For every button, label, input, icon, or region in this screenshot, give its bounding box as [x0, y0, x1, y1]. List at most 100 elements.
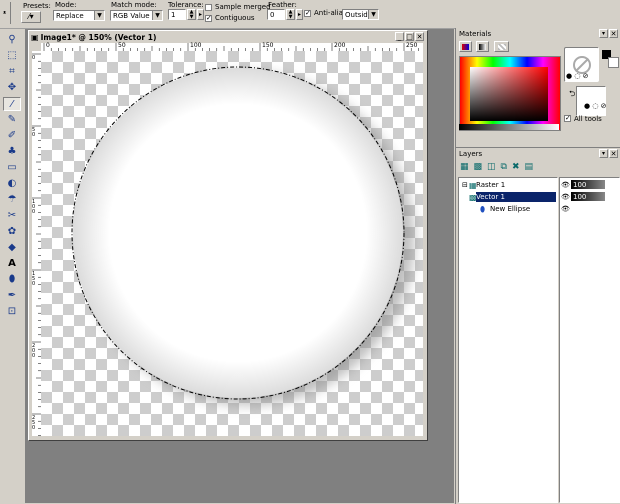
mode-select[interactable]: Replace ▼ — [53, 10, 105, 21]
swap-materials-icon[interactable]: ⮌ — [569, 88, 575, 102]
rainbow-tab[interactable] — [476, 41, 489, 52]
maximize-button[interactable]: □ — [405, 32, 414, 41]
feather-spinner[interactable]: ▲ ▼ — [286, 9, 295, 20]
all-tools-checkbox[interactable]: ✓ — [564, 115, 571, 122]
smudge-icon: ☂ — [7, 194, 17, 205]
opacity-slider[interactable]: 100 — [571, 192, 605, 201]
flood-fill-icon: ◆ — [8, 242, 16, 253]
eye-icon: 👁 — [561, 181, 570, 189]
frame-icon — [462, 44, 469, 50]
sample-merged-label: Sample merged — [215, 3, 271, 11]
image-window-title: Image1* @ 150% (Vector 1) — [40, 33, 157, 42]
tolerance-spinner[interactable]: ▲ ▼ — [187, 9, 196, 20]
feather-input[interactable]: 0 — [267, 9, 285, 20]
canvas[interactable] — [41, 51, 423, 436]
paint-brush-tool[interactable]: ✐ — [3, 129, 21, 143]
layer-properties-icon[interactable]: ▤ — [525, 162, 539, 172]
pen-tool[interactable]: ✒ — [3, 289, 21, 303]
layer-row-vector-1[interactable]: Vector 1 — [476, 192, 556, 202]
ruler-left-labels: 0 50 100 150 200 250 — [32, 51, 41, 436]
eraser-tool[interactable]: ✂ — [3, 209, 21, 223]
match-mode-select[interactable]: RGB Value ▼ — [110, 10, 163, 21]
layers-menu-button[interactable]: ▾ — [599, 149, 608, 158]
image-window: ▣ Image1* @ 150% (Vector 1) _ □ ✕ 0 50 100 1… — [28, 30, 428, 441]
expand-icon[interactable]: ⊟ — [462, 181, 468, 189]
clone-tool[interactable]: ♣ — [3, 145, 21, 159]
antialias-checkbox[interactable]: ✓ — [304, 10, 311, 17]
ruler-label: 0 — [32, 55, 36, 61]
background-properties-swatch[interactable] — [576, 86, 606, 116]
object-selection-tool[interactable]: ⊡ — [3, 305, 21, 319]
document-icon: ▣ — [31, 33, 39, 42]
raster-1-visibility[interactable]: 👁 100 — [561, 180, 620, 190]
pen-icon: ✒ — [7, 290, 17, 301]
layers-close-button[interactable]: ✕ — [609, 149, 618, 158]
image-window-titlebar[interactable]: ▣ Image1* @ 150% (Vector 1) — [31, 32, 425, 43]
new-ellipse-visibility[interactable]: 👁 — [561, 204, 620, 214]
contiguous-checkbox[interactable]: ✓ — [205, 15, 212, 22]
materials-menu-button[interactable]: ▾ — [599, 29, 608, 38]
frame-tab[interactable] — [459, 41, 472, 52]
magic-wand-icon: ⁄ — [11, 99, 13, 110]
feather-slider-button[interactable]: ▸ — [296, 9, 303, 20]
ruler-label: 100 — [32, 199, 36, 215]
antialias-select[interactable]: Outside ▼ — [342, 9, 379, 20]
tools-toolbar: ⚲ ⬚ ⌗ ✥ ⁄ ✎ ✐ ♣ ▭ ◐ ☂ ✂ ✿ ◆ A ⬮ ✒ ⊡ — [0, 30, 24, 317]
smudge-tool[interactable]: ☂ — [3, 193, 21, 207]
new-vector-layer-icon[interactable]: ▩ — [474, 162, 488, 172]
ellipse-graphic[interactable] — [41, 51, 423, 436]
rainbow-icon — [479, 44, 486, 50]
new-raster-layer-icon[interactable]: ▦ — [460, 162, 474, 172]
new-ellipse-shape[interactable] — [73, 68, 403, 398]
background-style-icons[interactable]: ● ◌ ⊘ — [584, 102, 607, 110]
presets-button[interactable]: ⁄▾ — [21, 11, 41, 23]
vector-1-visibility[interactable]: 👁 100 — [561, 192, 620, 202]
sample-merged-checkbox[interactable] — [205, 4, 212, 11]
zoom-tool[interactable]: ⚲ — [3, 33, 21, 47]
delete-layer-icon[interactable]: ✖ — [512, 162, 525, 172]
tolerance-slider-button[interactable]: ▸ — [197, 9, 204, 20]
move-tool[interactable]: ✥ — [3, 81, 21, 95]
tolerance-input[interactable]: 1 — [168, 9, 186, 20]
layers-title: Layers — [459, 150, 483, 158]
materials-panel: Materials ✕ ▾ ● ◌ ⊘ ⮌ ● ◌ ⊘ ✓ All tools — [455, 28, 620, 147]
ruler-label: 250 — [32, 415, 36, 431]
material-style-icons[interactable]: ● ◌ ⊘ — [566, 72, 589, 80]
swatches-tab[interactable] — [494, 41, 509, 52]
opacity-slider[interactable]: 100 — [571, 180, 605, 189]
layer-name: New Ellipse — [490, 205, 531, 213]
layers-properties-column — [559, 177, 620, 503]
magic-wand-tool[interactable]: ⁄ — [3, 97, 21, 111]
new-mask-layer-icon[interactable]: ◫ — [487, 162, 501, 172]
ruler-label: 0 — [46, 42, 50, 49]
picture-tube-tool[interactable]: ✿ — [3, 225, 21, 239]
close-button[interactable]: ✕ — [415, 32, 424, 41]
swatches-icon — [497, 44, 506, 50]
scratch-remover-tool[interactable]: ▭ — [3, 161, 21, 175]
minimize-button[interactable]: _ — [395, 32, 404, 41]
ellipse-icon: ⬮ — [8, 274, 16, 285]
dropper-tool[interactable]: ✎ — [3, 113, 21, 127]
color-rainbow-picker[interactable] — [459, 56, 561, 131]
crop-tool[interactable]: ⌗ — [3, 65, 21, 79]
background-color-swatch[interactable] — [608, 57, 619, 68]
tolerance-label: Tolerance: — [168, 1, 204, 9]
saturation-box[interactable] — [470, 67, 548, 121]
eye-icon: 👁 — [561, 205, 570, 213]
clone-stamp-icon: ♣ — [7, 146, 17, 157]
duplicate-layer-icon[interactable]: ⧉ — [501, 162, 512, 172]
move-icon: ✥ — [7, 82, 17, 93]
match-mode-label: Match mode: — [111, 1, 157, 9]
ruler-label: 150 — [262, 42, 274, 49]
ruler-top-labels: 0 50 100 150 200 250 — [41, 42, 423, 51]
flood-fill-tool[interactable]: ◆ — [3, 241, 21, 255]
dodge-tool[interactable]: ◐ — [3, 177, 21, 191]
marquee-icon: ⬚ — [7, 50, 17, 61]
ruler-label: 50 — [118, 42, 126, 49]
text-tool[interactable]: A — [3, 257, 21, 271]
preset-shape-tool[interactable]: ⬮ — [3, 273, 21, 287]
materials-title: Materials — [459, 30, 492, 38]
selection-tool[interactable]: ⬚ — [3, 49, 21, 63]
materials-close-button[interactable]: ✕ — [609, 29, 618, 38]
grayscale-strip[interactable] — [459, 124, 559, 130]
